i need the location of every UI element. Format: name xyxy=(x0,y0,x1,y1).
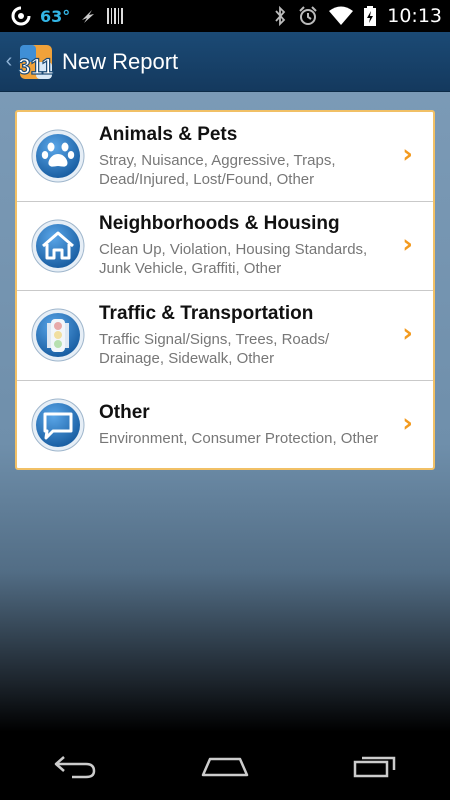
category-row-traffic-transportation[interactable]: Traffic & Transportation Traffic Signal/… xyxy=(17,291,433,381)
category-description: Stray, Nuisance, Aggressive, Traps, Dead… xyxy=(99,151,336,188)
category-description: Traffic Signal/Signs, Trees, Roads/ Drai… xyxy=(99,330,330,367)
category-text: Neighborhoods & Housing Clean Up, Violat… xyxy=(99,213,433,278)
category-title: Neighborhoods & Housing xyxy=(99,213,340,235)
category-description: Environment, Consumer Protection, Other xyxy=(99,430,379,448)
category-description: Clean Up, Violation, Housing Standards, … xyxy=(99,241,368,278)
wifi-icon xyxy=(329,6,354,25)
navigation-bar xyxy=(0,732,450,800)
alarm-icon xyxy=(299,6,317,25)
category-row-other[interactable]: Other Environment, Consumer Protection, … xyxy=(17,381,433,469)
temperature-text: 63° xyxy=(40,6,71,26)
chevron-right-icon: › xyxy=(402,139,413,170)
logo-text: 311 xyxy=(18,54,54,79)
content-area: Animals & Pets Stray, Nuisance, Aggressi… xyxy=(0,92,450,732)
back-chevron-icon[interactable]: ‹ xyxy=(2,50,16,73)
category-list: Animals & Pets Stray, Nuisance, Aggressi… xyxy=(15,110,435,470)
chevron-right-icon: › xyxy=(402,229,413,260)
chevron-right-icon: › xyxy=(402,408,413,439)
recent-apps-button[interactable] xyxy=(340,746,410,786)
app-logo[interactable]: 311 xyxy=(16,42,56,82)
flash-icon xyxy=(82,10,95,23)
barcode-icon xyxy=(107,8,124,24)
bluetooth-icon xyxy=(275,5,286,27)
status-bar-right: 10:13 xyxy=(273,5,450,27)
category-text: Other Environment, Consumer Protection, … xyxy=(99,402,433,448)
category-text: Traffic & Transportation Traffic Signal/… xyxy=(99,303,433,368)
back-arrow-icon xyxy=(54,756,96,779)
traffic-light-icon xyxy=(31,308,85,362)
paw-icon xyxy=(31,129,85,183)
home-icon xyxy=(201,757,249,777)
speech-bubble-icon xyxy=(31,398,85,452)
chevron-right-icon: › xyxy=(402,318,413,349)
category-title: Other xyxy=(99,402,150,424)
battery-charging-icon xyxy=(364,6,377,26)
house-icon xyxy=(31,219,85,273)
clock-text: 10:13 xyxy=(387,5,442,27)
category-text: Animals & Pets Stray, Nuisance, Aggressi… xyxy=(99,124,433,189)
weather-app-icon xyxy=(11,6,31,26)
category-row-neighborhoods-housing[interactable]: Neighborhoods & Housing Clean Up, Violat… xyxy=(17,202,433,291)
category-title: Animals & Pets xyxy=(99,123,238,145)
logo-311-icon: 311 xyxy=(18,44,54,79)
app-bar: ‹ 311 New Report xyxy=(0,32,450,92)
home-button[interactable] xyxy=(190,746,260,786)
status-bar-left: 63° xyxy=(0,5,124,27)
category-row-animals-pets[interactable]: Animals & Pets Stray, Nuisance, Aggressi… xyxy=(17,112,433,202)
recent-apps-icon xyxy=(353,756,396,778)
page-title: New Report xyxy=(62,48,179,74)
status-bar: 63° 10:13 xyxy=(0,0,450,32)
category-title: Traffic & Transportation xyxy=(99,302,314,324)
back-button[interactable] xyxy=(40,746,110,786)
